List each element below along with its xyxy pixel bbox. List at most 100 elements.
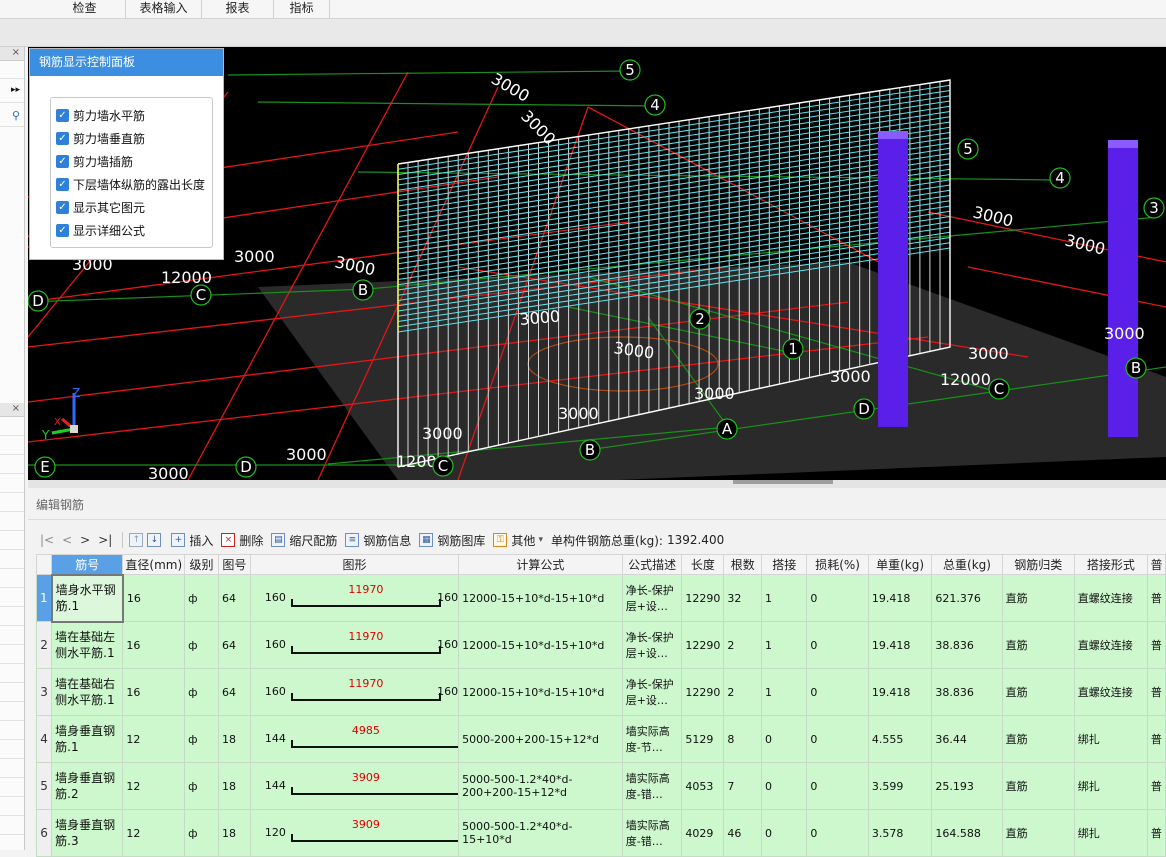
option-show-other-elements[interactable]: ✓ 显示其它图元: [56, 198, 145, 216]
other-dropdown[interactable]: ⚿ 其他 ▾: [493, 532, 543, 549]
cell-length[interactable]: 5129: [681, 715, 725, 763]
cell-grade[interactable]: ф: [184, 715, 219, 763]
cell-figure-no[interactable]: 18: [217, 762, 251, 810]
cell-lap[interactable]: 0: [761, 715, 808, 763]
cell-total-weight[interactable]: 621.376: [931, 574, 1003, 622]
move-down-icon[interactable]: ↓: [147, 533, 162, 547]
delete-button[interactable]: × 删除: [221, 532, 263, 549]
cell-extra[interactable]: 普: [1146, 621, 1166, 669]
cell-formula-desc[interactable]: 墙实际高度-错…: [621, 762, 683, 810]
cell-category[interactable]: 直筋: [1001, 762, 1075, 810]
row-number[interactable]: 2: [35, 621, 53, 669]
checkbox-checked-icon[interactable]: ✓: [56, 154, 69, 168]
cell-count[interactable]: 2: [723, 621, 763, 669]
cell-lap-form[interactable]: 绑扎: [1073, 762, 1148, 810]
expand-icon[interactable]: ▸▸: [0, 85, 24, 103]
cell-diameter[interactable]: 12: [122, 715, 186, 763]
checkbox-checked-icon[interactable]: ✓: [56, 177, 69, 191]
cell-length[interactable]: 12290: [681, 621, 725, 669]
table-row[interactable]: 1 墙身水平钢筋.1 16 ф 64 160 11970 160 12000-15+10*d-1…: [35, 573, 1166, 623]
cell-grade[interactable]: ф: [184, 668, 219, 716]
cell-category[interactable]: 直筋: [1001, 621, 1075, 669]
cell-formula-desc[interactable]: 净长-保护层+设…: [621, 668, 683, 716]
cell-formula[interactable]: 12000-15+10*d-15+10*d: [458, 668, 623, 716]
cell-loss[interactable]: 0: [806, 762, 869, 810]
table-row[interactable]: 4 墙身垂直钢筋.1 12 ф 18 144 4985 5000-200+200-15+12*…: [35, 715, 1166, 763]
table-row[interactable]: 3 墙在基础右侧水平筋.1 16 ф 64 160 11970 160 12000-15+10*…: [35, 668, 1166, 716]
cell-figure-no[interactable]: 64: [217, 668, 251, 716]
col-header-figure-no[interactable]: 图号: [217, 554, 251, 575]
move-up-icon[interactable]: ↑: [129, 533, 144, 547]
cell-length[interactable]: 12290: [681, 668, 725, 716]
cell-formula-desc[interactable]: 净长-保护层+设…: [621, 621, 683, 669]
checkbox-checked-icon[interactable]: ✓: [56, 131, 69, 145]
row-number[interactable]: 4: [35, 715, 53, 763]
cell-grade[interactable]: ф: [184, 809, 219, 857]
row-number[interactable]: 5: [35, 762, 53, 810]
col-header-loss[interactable]: 损耗(%): [806, 554, 869, 575]
cell-formula[interactable]: 12000-15+10*d-15+10*d: [458, 621, 623, 669]
checkbox-checked-icon[interactable]: ✓: [56, 223, 69, 237]
cell-shape[interactable]: 160 11970 160: [249, 574, 460, 622]
col-header-extra[interactable]: 普: [1146, 554, 1166, 575]
cell-total-weight[interactable]: 164.588: [931, 809, 1003, 857]
cell-rebar-name[interactable]: 墙身垂直钢筋.2: [51, 762, 124, 810]
cell-lap[interactable]: 1: [761, 574, 808, 622]
cell-unit-weight[interactable]: 3.599: [867, 762, 933, 810]
cell-formula-desc[interactable]: 墙实际高度-错…: [621, 809, 683, 857]
checkbox-checked-icon[interactable]: ✓: [56, 108, 69, 122]
close-icon[interactable]: ×: [0, 47, 24, 61]
cell-length[interactable]: 4029: [681, 809, 725, 857]
cell-diameter[interactable]: 12: [122, 762, 186, 810]
cell-extra[interactable]: 普: [1146, 762, 1166, 810]
cell-lap[interactable]: 0: [761, 809, 808, 857]
menu-indicator[interactable]: 指标: [274, 0, 330, 18]
nav-first-button[interactable]: |<: [40, 533, 54, 547]
col-header-rebar-no[interactable]: 筋号: [51, 554, 124, 575]
panel-splitter[interactable]: [28, 480, 1166, 488]
cell-lap-form[interactable]: 直螺纹连接: [1073, 668, 1148, 716]
cell-count[interactable]: 7: [723, 762, 763, 810]
cell-length[interactable]: 12290: [681, 574, 725, 622]
col-header-shape[interactable]: 图形: [249, 554, 460, 575]
row-number[interactable]: 1: [35, 574, 53, 622]
cell-extra[interactable]: 普: [1146, 574, 1166, 622]
column-right[interactable]: [1108, 140, 1138, 437]
cell-formula[interactable]: 12000-15+10*d-15+10*d: [458, 574, 623, 622]
cell-formula[interactable]: 5000-200+200-15+12*d: [458, 715, 623, 763]
cell-count[interactable]: 8: [723, 715, 763, 763]
cell-formula-desc[interactable]: 净长-保护层+设…: [621, 574, 683, 622]
col-header-unit-weight[interactable]: 单重(kg): [867, 554, 933, 575]
row-number[interactable]: 6: [35, 809, 53, 857]
cell-extra[interactable]: 普: [1146, 668, 1166, 716]
option-wall-vertical-rebar[interactable]: ✓ 剪力墙垂直筋: [56, 129, 145, 147]
col-header-category[interactable]: 钢筋归类: [1001, 554, 1075, 575]
cell-rebar-name[interactable]: 墙在基础右侧水平筋.1: [51, 668, 124, 716]
cell-rebar-name[interactable]: 墙身水平钢筋.1: [50, 573, 124, 623]
cell-unit-weight[interactable]: 3.578: [867, 809, 933, 857]
close-icon[interactable]: ×: [0, 403, 24, 417]
cell-total-weight[interactable]: 25.193: [931, 762, 1003, 810]
cell-formula[interactable]: 5000-500-1.2*40*d-200+200-15+12*d: [458, 762, 623, 810]
cell-lap-form[interactable]: 直螺纹连接: [1073, 574, 1148, 622]
menu-report[interactable]: 报表: [202, 0, 274, 18]
cell-shape[interactable]: 120 3909: [249, 809, 460, 857]
nav-next-button[interactable]: >: [80, 533, 90, 547]
cell-figure-no[interactable]: 64: [217, 574, 251, 622]
cell-count[interactable]: 32: [723, 574, 763, 622]
cell-rebar-name[interactable]: 墙身垂直钢筋.1: [51, 715, 124, 763]
cell-loss[interactable]: 0: [806, 621, 869, 669]
option-wall-horizontal-rebar[interactable]: ✓ 剪力墙水平筋: [56, 106, 145, 124]
option-wall-dowel[interactable]: ✓ 剪力墙插筋: [56, 152, 133, 170]
cell-count[interactable]: 2: [723, 668, 763, 716]
cell-diameter[interactable]: 12: [122, 809, 186, 857]
option-lower-wall-exposed-length[interactable]: ✓ 下层墙体纵筋的露出长度: [56, 175, 205, 193]
cell-diameter[interactable]: 16: [122, 621, 186, 669]
cell-shape[interactable]: 160 11970 160: [249, 621, 460, 669]
cell-diameter[interactable]: 16: [122, 574, 186, 622]
cell-loss[interactable]: 0: [806, 809, 869, 857]
cell-shape[interactable]: 160 11970 160: [249, 668, 460, 716]
cell-lap[interactable]: 0: [761, 762, 808, 810]
cell-lap-form[interactable]: 直螺纹连接: [1073, 621, 1148, 669]
cell-grade[interactable]: ф: [184, 762, 219, 810]
